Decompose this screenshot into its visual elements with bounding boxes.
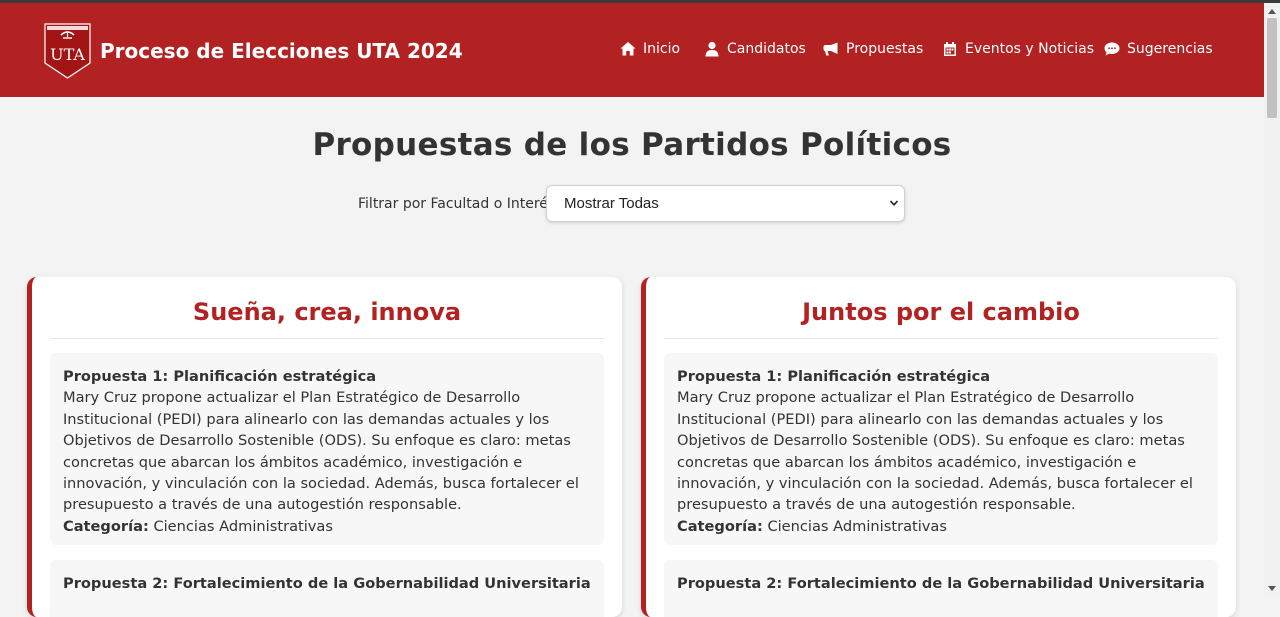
filter-selected-value: Mostrar Todas [564, 195, 659, 212]
calendar-icon [944, 42, 956, 56]
nav-item-inicio[interactable]: Inicio [620, 41, 680, 57]
proposal-category: Categoría: Ciencias Administrativas [63, 516, 591, 537]
nav-label: Eventos y Noticias [965, 41, 1095, 57]
divider [50, 338, 604, 339]
divider [664, 338, 1218, 339]
category-value: Ciencias Administrativas [767, 517, 947, 535]
nav-label: Sugerencias [1127, 41, 1213, 57]
nav-label: Inicio [643, 41, 681, 57]
scroll-down-arrow-icon[interactable] [1268, 586, 1276, 591]
scroll-up-arrow-icon[interactable] [1268, 9, 1276, 14]
nav-item-propuestas[interactable]: Propuestas [823, 41, 923, 57]
uta-logo[interactable]: UTA [44, 21, 91, 79]
proposal-item: Propuesta 2: Fortalecimiento de la Gober… [50, 560, 604, 617]
user-icon [705, 41, 719, 57]
chevron-down-icon [889, 200, 899, 206]
svg-text:UTA: UTA [50, 45, 85, 64]
party-name: Sueña, crea, innova [192, 298, 462, 326]
proposal-category: Categoría: Ciencias Administrativas [677, 516, 1205, 537]
main-content: Propuestas de los Partidos Políticos Fil… [0, 97, 1264, 617]
proposal-title: Propuesta 1: Planificación estratégica [63, 368, 377, 385]
comment-icon [1104, 42, 1120, 56]
party-card-juntos-por-el-cambio: Juntos por el cambio Propuesta 1: Planif… [641, 277, 1236, 617]
page-title: Propuestas de los Partidos Políticos [312, 127, 952, 163]
party-card-suena-crea-innova: Sueña, crea, innova Propuesta 1: Planifi… [27, 277, 622, 617]
megaphone-icon [823, 42, 838, 56]
category-label: Categoría: [63, 517, 149, 535]
nav-item-candidatos[interactable]: Candidatos [704, 41, 806, 57]
proposal-title: Propuesta 2: Fortalecimiento de la Gober… [63, 575, 591, 592]
category-label: Categoría: [677, 517, 763, 535]
proposal-title: Propuesta 2: Fortalecimiento de la Gober… [677, 575, 1205, 592]
nav-item-sugerencias[interactable]: Sugerencias [1104, 41, 1213, 57]
site-title[interactable]: Proceso de Elecciones UTA 2024 [100, 39, 463, 63]
scrollbar-thumb[interactable] [1267, 18, 1277, 118]
proposal-item: Propuesta 1: Planificación estratégica M… [50, 353, 604, 545]
filter-select[interactable]: Mostrar Todas [546, 185, 905, 222]
proposal-title: Propuesta 1: Planificación estratégica [677, 368, 991, 385]
proposal-item: Propuesta 1: Planificación estratégica M… [664, 353, 1218, 545]
category-value: Ciencias Administrativas [153, 517, 333, 535]
nav-item-eventos[interactable]: Eventos y Noticias [942, 41, 1094, 57]
page-scrollbar[interactable] [1264, 3, 1280, 596]
nav-label: Propuestas [846, 41, 924, 57]
nav-label: Candidatos [727, 41, 806, 57]
proposal-description: Mary Cruz propone actualizar el Plan Est… [677, 389, 1193, 514]
proposal-item: Propuesta 2: Fortalecimiento de la Gober… [664, 560, 1218, 617]
site-header: UTA Proceso de Elecciones UTA 2024 Inici… [0, 3, 1264, 97]
home-icon [620, 42, 636, 56]
party-name: Juntos por el cambio [802, 298, 1080, 326]
filter-label: Filtrar por Facultad o Interés: [358, 196, 560, 212]
proposal-description: Mary Cruz propone actualizar el Plan Est… [63, 389, 579, 514]
